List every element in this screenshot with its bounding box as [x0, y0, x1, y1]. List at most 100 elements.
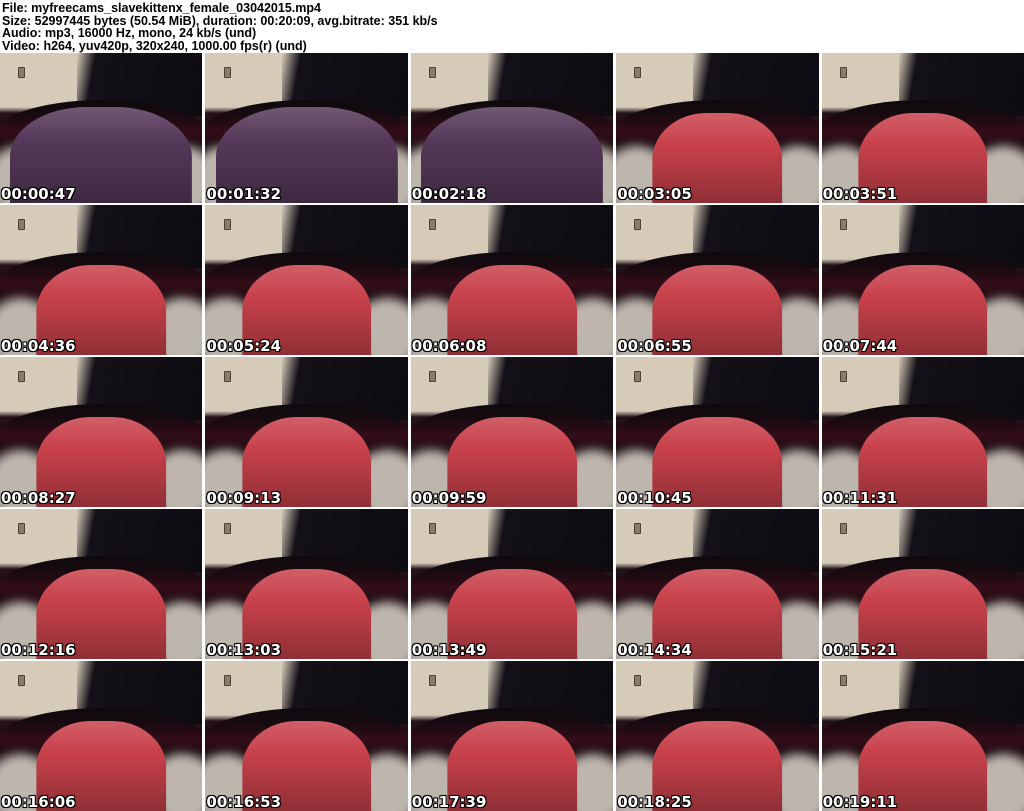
thermostat-mark	[839, 674, 847, 686]
timestamp-label: 00:06:08	[411, 337, 487, 355]
video-thumbnail: 00:09:13	[205, 357, 408, 507]
timestamp-label: 00:06:55	[617, 337, 692, 355]
video-frame-placeholder	[410, 357, 614, 507]
video-frame-placeholder	[0, 357, 203, 507]
video-thumbnail: 00:00:47	[0, 53, 203, 203]
video-thumbnail: 00:12:16	[0, 509, 203, 659]
video-thumbnail: 00:06:55	[616, 205, 819, 355]
video-thumbnail: 00:16:06	[0, 661, 203, 811]
thermostat-mark	[634, 370, 642, 382]
video-frame-placeholder	[821, 661, 1024, 811]
video-thumbnail: 00:06:08	[410, 205, 614, 355]
video-frame-placeholder	[205, 53, 408, 203]
video-contact-sheet: File: myfreecams_slavekittenx_female_030…	[0, 0, 1024, 811]
video-thumbnail: 00:17:39	[410, 661, 614, 811]
timestamp-label: 00:09:59	[411, 489, 487, 507]
video-frame-placeholder	[821, 509, 1024, 659]
video-frame-placeholder	[0, 661, 203, 811]
thermostat-mark	[18, 370, 26, 382]
timestamp-label: 00:19:11	[822, 793, 898, 811]
video-frame-placeholder	[0, 53, 203, 203]
video-frame-placeholder	[821, 205, 1024, 355]
timestamp-label: 00:13:49	[411, 641, 487, 659]
thermostat-mark	[429, 674, 436, 686]
video-thumbnail: 00:08:27	[0, 357, 203, 507]
thermostat-mark	[634, 674, 642, 686]
timestamp-label: 00:12:16	[1, 641, 76, 659]
video-frame-placeholder	[616, 509, 819, 659]
video-thumbnail: 00:02:18	[410, 53, 614, 203]
timestamp-label: 00:08:27	[1, 489, 76, 507]
timestamp-label: 00:01:32	[206, 185, 282, 203]
timestamp-label: 00:09:13	[206, 489, 282, 507]
video-thumbnail: 00:07:44	[821, 205, 1024, 355]
video-thumbnail: 00:09:59	[410, 357, 614, 507]
thermostat-mark	[18, 218, 26, 230]
video-frame-placeholder	[205, 661, 408, 811]
video-frame-placeholder	[205, 357, 408, 507]
thermostat-mark	[839, 218, 847, 230]
video-frame-placeholder	[0, 509, 203, 659]
video-thumbnail: 00:16:53	[205, 661, 408, 811]
thermostat-mark	[634, 218, 642, 230]
timestamp-label: 00:15:21	[822, 641, 898, 659]
timestamp-label: 00:07:44	[822, 337, 898, 355]
thermostat-mark	[429, 218, 436, 230]
thermostat-mark	[634, 66, 642, 78]
timestamp-label: 00:16:53	[206, 793, 282, 811]
thermostat-mark	[223, 218, 231, 230]
video-frame-placeholder	[410, 509, 614, 659]
video-thumbnail: 00:05:24	[205, 205, 408, 355]
video-thumbnail: 00:19:11	[821, 661, 1024, 811]
audio-info-line: Audio: mp3, 16000 Hz, mono, 24 kb/s (und…	[2, 26, 257, 41]
timestamp-label: 00:04:36	[1, 337, 76, 355]
video-frame-placeholder	[410, 661, 614, 811]
video-frame-placeholder	[205, 205, 408, 355]
timestamp-label: 00:14:34	[617, 641, 692, 659]
video-thumbnail: 00:13:03	[205, 509, 408, 659]
media-info-header: File: myfreecams_slavekittenx_female_030…	[0, 0, 1024, 53]
video-frame-placeholder	[616, 205, 819, 355]
video-frame-placeholder	[205, 509, 408, 659]
video-frame-placeholder	[410, 205, 614, 355]
thermostat-mark	[839, 522, 847, 534]
video-thumbnail: 00:14:34	[616, 509, 819, 659]
thermostat-mark	[223, 370, 231, 382]
video-thumbnail: 00:03:05	[616, 53, 819, 203]
video-info-line: Video: h264, yuv420p, 320x240, 1000.00 f…	[2, 38, 307, 53]
thumbnail-grid: 00:00:47 00:01:32 00:02:18 00:03:05 00:0…	[0, 53, 1024, 811]
thermostat-mark	[839, 66, 847, 78]
thermostat-mark	[429, 370, 436, 382]
video-thumbnail: 00:03:51	[821, 53, 1024, 203]
video-thumbnail: 00:18:25	[616, 661, 819, 811]
timestamp-label: 00:03:51	[822, 185, 898, 203]
video-thumbnail: 00:15:21	[821, 509, 1024, 659]
timestamp-label: 00:11:31	[822, 489, 898, 507]
video-thumbnail: 00:13:49	[410, 509, 614, 659]
thermostat-mark	[634, 522, 642, 534]
timestamp-label: 00:05:24	[206, 337, 282, 355]
video-thumbnail: 00:10:45	[616, 357, 819, 507]
video-frame-placeholder	[821, 357, 1024, 507]
video-frame-placeholder	[616, 53, 819, 203]
thermostat-mark	[223, 674, 231, 686]
timestamp-label: 00:10:45	[617, 489, 692, 507]
timestamp-label: 00:16:06	[1, 793, 76, 811]
thermostat-mark	[223, 522, 231, 534]
video-frame-placeholder	[616, 357, 819, 507]
timestamp-label: 00:17:39	[411, 793, 487, 811]
thermostat-mark	[429, 522, 436, 534]
thermostat-mark	[18, 674, 26, 686]
video-frame-placeholder	[821, 53, 1024, 203]
timestamp-label: 00:03:05	[617, 185, 692, 203]
thermostat-mark	[18, 522, 26, 534]
thermostat-mark	[223, 66, 231, 78]
thermostat-mark	[18, 66, 26, 78]
video-thumbnail: 00:11:31	[821, 357, 1024, 507]
thermostat-mark	[839, 370, 847, 382]
video-frame-placeholder	[616, 661, 819, 811]
timestamp-label: 00:13:03	[206, 641, 282, 659]
file-info-line: File: myfreecams_slavekittenx_female_030…	[2, 1, 321, 15]
timestamp-label: 00:18:25	[617, 793, 692, 811]
thermostat-mark	[429, 66, 436, 78]
